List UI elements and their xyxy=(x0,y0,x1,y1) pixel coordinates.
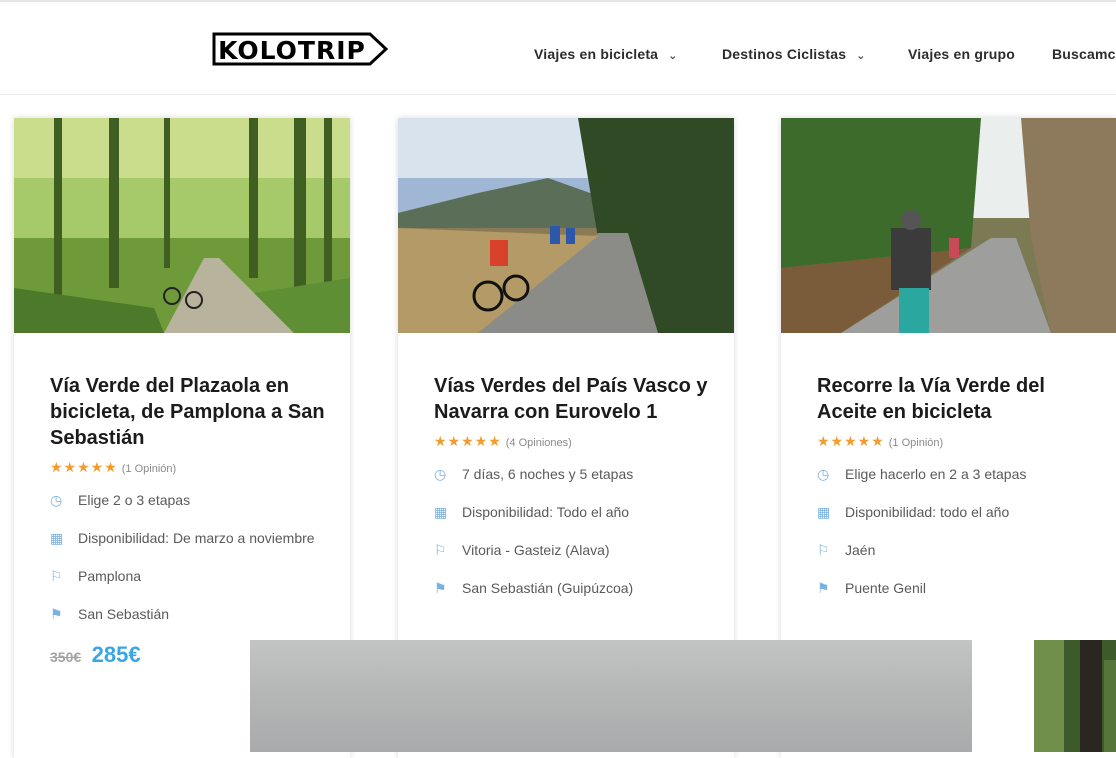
nav-viajes-en-bicicleta[interactable]: Viajes en bicicleta ⌄ xyxy=(534,46,678,62)
nav-label: Viajes en grupo xyxy=(908,46,1015,62)
svg-text:KOLOTRIP: KOLOTRIP xyxy=(218,36,366,65)
start-row: ⚐ Vitoria - Gasteiz (Alava) xyxy=(434,540,714,560)
start-location: Pamplona xyxy=(78,568,142,584)
trip-title[interactable]: Recorre la Vía Verde del Aceite en bicic… xyxy=(817,373,1097,425)
star-rating-icons: ★★★★★ xyxy=(434,433,502,449)
trip-info: ◷ 7 días, 6 noches y 5 etapas ▦ Disponib… xyxy=(434,464,714,598)
end-location: San Sebastián xyxy=(78,606,170,622)
availability-row: ▦ Disponibilidad: Todo el año xyxy=(434,502,714,522)
current-price: 285€ xyxy=(91,642,141,667)
review-count[interactable]: (1 Opinión) xyxy=(122,463,176,475)
availability-text: Disponibilidad: Todo el año xyxy=(462,504,630,520)
duration-text: Elige hacerlo en 2 a 3 etapas xyxy=(845,466,1027,482)
calendar-icon: ▦ xyxy=(434,504,448,520)
finish-flag-icon: ⚑ xyxy=(817,580,830,596)
availability-text: Disponibilidad: De marzo a noviembre xyxy=(78,530,315,546)
trip-title[interactable]: Vías Verdes del País Vasco y Navarra con… xyxy=(434,373,714,425)
calendar-icon: ▦ xyxy=(817,504,831,520)
duration-text: 7 días, 6 noches y 5 etapas xyxy=(462,466,634,482)
start-location: Jaén xyxy=(845,542,876,558)
nav-label: Buscamc xyxy=(1052,46,1116,62)
nav-viajes-en-grupo[interactable]: Viajes en grupo xyxy=(908,46,1015,62)
end-row: ⚑ Puente Genil xyxy=(817,578,1097,598)
start-flag-icon: ⚐ xyxy=(817,542,830,558)
trip-photo-forest-path[interactable] xyxy=(14,118,350,333)
site-header: KOLOTRIP Viajes en bicicleta ⌄ Destinos C… xyxy=(0,2,1116,95)
duration-row: ◷ Elige hacerlo en 2 a 3 etapas xyxy=(817,464,1097,484)
finish-flag-icon: ⚑ xyxy=(434,580,447,596)
end-row: ⚑ San Sebastián xyxy=(50,604,330,624)
availability-text: Disponibilidad: todo el año xyxy=(845,504,1010,520)
start-row: ⚐ Pamplona xyxy=(50,566,330,586)
trip-photo-cloudy-sky[interactable] xyxy=(250,640,972,752)
trip-photo-tree[interactable] xyxy=(1034,640,1116,752)
end-row: ⚑ San Sebastián (Guipúzcoa) xyxy=(434,578,714,598)
old-price: 350€ xyxy=(50,649,82,665)
trip-photo-cyclists-cliff-path[interactable] xyxy=(781,118,1116,333)
start-flag-icon: ⚐ xyxy=(50,568,63,584)
duration-text: Elige 2 o 3 etapas xyxy=(78,492,191,508)
calendar-icon: ▦ xyxy=(50,530,64,546)
review-count[interactable]: (4 Opiniones) xyxy=(506,437,572,449)
rating: ★★★★★ (1 Opinión) xyxy=(817,433,1097,450)
start-row: ⚐ Jaén xyxy=(817,540,1097,560)
star-rating-icons: ★★★★★ xyxy=(50,459,118,475)
duration-row: ◷ Elige 2 o 3 etapas xyxy=(50,490,330,510)
star-rating-icons: ★★★★★ xyxy=(817,433,885,449)
clock-icon: ◷ xyxy=(817,466,830,482)
clock-icon: ◷ xyxy=(434,466,447,482)
trip-photo-cyclists-gravel[interactable] xyxy=(398,118,734,333)
finish-flag-icon: ⚑ xyxy=(50,606,63,622)
start-flag-icon: ⚐ xyxy=(434,542,447,558)
rating: ★★★★★ (1 Opinión) xyxy=(50,459,330,476)
clock-icon: ◷ xyxy=(50,492,63,508)
nav-destinos-ciclistas[interactable]: Destinos Ciclistas ⌄ xyxy=(722,46,866,62)
availability-row: ▦ Disponibilidad: todo el año xyxy=(817,502,1097,522)
nav-buscamos[interactable]: Buscamc xyxy=(1052,46,1116,62)
chevron-down-icon: ⌄ xyxy=(668,50,678,62)
kolotrip-logo[interactable]: KOLOTRIP xyxy=(212,32,389,66)
end-location: Puente Genil xyxy=(845,580,926,596)
nav-label: Viajes en bicicleta xyxy=(534,46,659,62)
availability-row: ▦ Disponibilidad: De marzo a noviembre xyxy=(50,528,330,548)
duration-row: ◷ 7 días, 6 noches y 5 etapas xyxy=(434,464,714,484)
trip-info: ◷ Elige hacerlo en 2 a 3 etapas ▦ Dispon… xyxy=(817,464,1097,598)
chevron-down-icon: ⌄ xyxy=(856,50,866,62)
start-location: Vitoria - Gasteiz (Alava) xyxy=(462,542,610,558)
trip-title[interactable]: Vía Verde del Plazaola en bicicleta, de … xyxy=(50,373,330,451)
nav-label: Destinos Ciclistas xyxy=(722,46,847,62)
end-location: San Sebastián (Guipúzcoa) xyxy=(462,580,634,596)
rating: ★★★★★ (4 Opiniones) xyxy=(434,433,714,450)
review-count[interactable]: (1 Opinión) xyxy=(889,437,943,449)
trip-info: ◷ Elige 2 o 3 etapas ▦ Disponibilidad: De… xyxy=(50,490,330,624)
